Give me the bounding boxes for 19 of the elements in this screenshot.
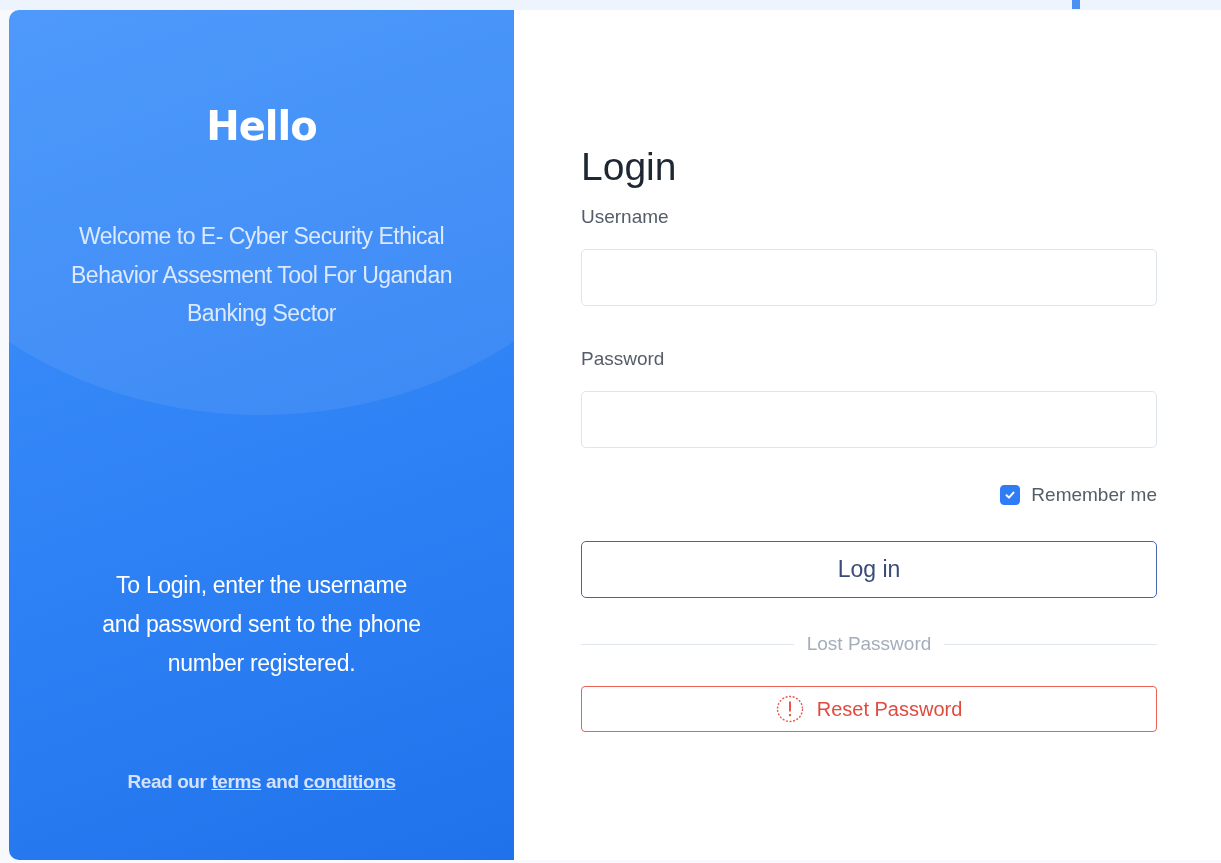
field-label: Password [581, 348, 666, 371]
terms-link[interactable]: terms [211, 770, 262, 792]
field-label: Username [581, 206, 670, 229]
conditions-link[interactable]: conditions [303, 770, 396, 792]
instructions-text: To Login, enter the username and password sent to the phone number registered. [101, 570, 422, 678]
terms-text: Read our terms and conditions [127, 770, 396, 793]
login-button[interactable]: Log in [581, 541, 1157, 598]
username-field[interactable] [581, 249, 1157, 306]
remember-label: Remember me [1031, 484, 1157, 506]
form-title: Login [581, 144, 678, 190]
panel-title: Hello [206, 102, 317, 151]
divider-label: Lost Password [806, 633, 932, 655]
remember-checkbox[interactable] [1000, 485, 1021, 505]
reset-password-button[interactable]: Reset Password [581, 686, 1157, 732]
checkmark-icon [1004, 489, 1017, 501]
warning-icon [775, 695, 804, 723]
scroll-indicator [1072, 0, 1080, 9]
password-field[interactable] [581, 391, 1157, 448]
welcome-text: Welcome to E- Cyber Security Ethical Behavior Assesment Tool For Ugandan Banking Sector [70, 222, 453, 328]
